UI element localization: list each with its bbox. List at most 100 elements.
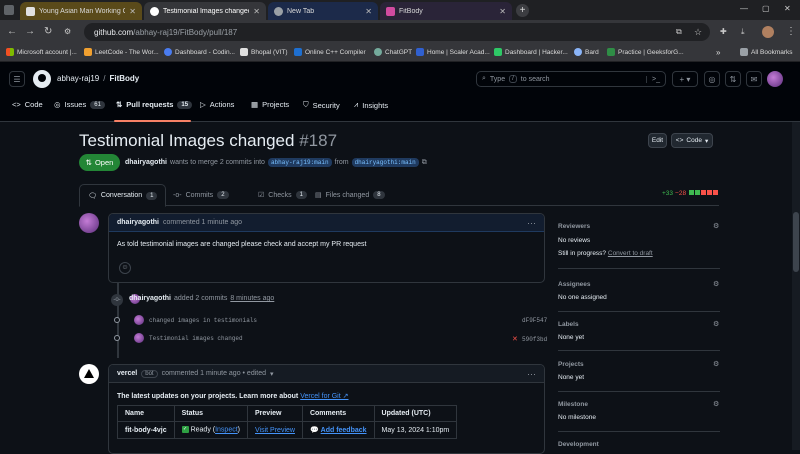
github-logo-icon[interactable] xyxy=(33,70,51,88)
browser-menu-icon[interactable]: ⋮ xyxy=(786,27,796,37)
page-scrollbar[interactable] xyxy=(792,122,800,450)
base-branch[interactable]: abhay-raj19:main xyxy=(267,158,332,167)
visit-preview-link[interactable]: Visit Preview xyxy=(255,427,295,434)
pull-requests-icon[interactable]: ⇅ xyxy=(725,71,741,87)
bookmark-item[interactable]: LeetCode - The Wor... xyxy=(84,48,159,56)
commit-author-link[interactable]: dhairyagothi xyxy=(129,295,171,302)
tab-checks[interactable]: ☑ Checks 1 xyxy=(250,184,315,206)
copy-icon[interactable]: ⧉ xyxy=(422,159,427,167)
maximize-icon[interactable]: ▢ xyxy=(762,4,770,13)
site-info-icon[interactable]: ⚙ xyxy=(64,27,71,37)
hamburger-menu-icon[interactable]: ☰ xyxy=(9,71,25,87)
repo-name-link[interactable]: FitBody xyxy=(109,74,139,83)
close-tab-icon[interactable]: ✕ xyxy=(365,7,372,16)
repo-tab-projects[interactable]: ▦ Projects xyxy=(251,100,289,109)
bookmark-item[interactable]: Dashboard - Codin... xyxy=(164,48,235,56)
search-input[interactable]: ⌕ Type / to search >_ xyxy=(476,71,666,87)
chevron-down-icon[interactable]: ▾ xyxy=(270,370,274,378)
commit-message-link[interactable]: Testimonial images changed xyxy=(149,335,243,342)
bookmark-star-icon[interactable]: ☆ xyxy=(694,27,702,37)
bookmark-item[interactable]: Dashboard | Hacker... xyxy=(494,48,568,56)
repo-owner-link[interactable]: abhay-raj19 xyxy=(57,74,99,83)
reviewers-heading[interactable]: Reviewers xyxy=(558,223,590,230)
development-heading[interactable]: Development xyxy=(558,441,599,448)
reload-icon[interactable]: ↻ xyxy=(44,27,52,37)
bookmark-item[interactable]: Practice | GeeksforG... xyxy=(607,48,684,56)
browser-tab-active[interactable]: Testimonial Images changed by ✕ xyxy=(144,2,266,20)
bookmark-item[interactable]: Bard xyxy=(574,48,599,56)
comment-author-link[interactable]: vercel xyxy=(117,370,137,377)
projects-gear-icon[interactable]: ⚙ xyxy=(713,360,719,368)
command-palette-icon[interactable]: >_ xyxy=(646,75,660,83)
bookmark-item[interactable]: Microsoft account |... xyxy=(6,48,77,56)
forward-arrow-icon[interactable]: → xyxy=(25,27,35,37)
notifications-icon[interactable]: ✉ xyxy=(746,71,762,87)
milestone-heading[interactable]: Milestone xyxy=(558,401,588,408)
commit-sha-link[interactable]: 590f3bd xyxy=(522,336,547,343)
pr-description-comment: dhairyagothi commented 1 minute ago ··· … xyxy=(108,213,545,283)
vercel-for-git-link[interactable]: Vercel for Git ↗ xyxy=(300,393,348,400)
labels-heading[interactable]: Labels xyxy=(558,321,579,328)
tab-commits[interactable]: -o- Commits 2 xyxy=(165,184,237,206)
address-bar[interactable]: github.com/abhay-raj19/FitBody/pull/187 xyxy=(84,23,710,41)
vercel-avatar[interactable] xyxy=(79,364,99,384)
author-avatar[interactable] xyxy=(79,213,99,233)
assignees-gear-icon[interactable]: ⚙ xyxy=(713,280,719,288)
commit-time-link[interactable]: 8 minutes ago xyxy=(230,295,274,302)
close-tab-icon[interactable]: ✕ xyxy=(129,7,136,16)
repo-tab-security[interactable]: ⛉ Security xyxy=(303,100,340,110)
milestone-gear-icon[interactable]: ⚙ xyxy=(713,400,719,408)
reviewers-gear-icon[interactable]: ⚙ xyxy=(713,222,719,230)
check-failed-icon[interactable]: ✕ xyxy=(512,335,518,343)
bookmark-item[interactable]: Online C++ Compiler xyxy=(294,48,366,56)
repo-tab-pull-requests[interactable]: ⇅ Pull requests 15 xyxy=(116,100,193,109)
repo-tab-actions[interactable]: ▷ Actions xyxy=(200,100,234,109)
downloads-icon[interactable]: ⤓ xyxy=(741,27,745,37)
browser-tab[interactable]: New Tab ✕ xyxy=(268,2,378,20)
commit-sha-link[interactable]: dF9F547 xyxy=(522,317,547,324)
repo-tab-issues[interactable]: ◎ Issues 61 xyxy=(54,100,105,109)
kebab-menu-icon[interactable]: ··· xyxy=(527,218,536,228)
profile-avatar-icon[interactable] xyxy=(762,26,774,38)
tab-search-icon[interactable] xyxy=(4,5,14,15)
repo-tab-code[interactable]: <> Code xyxy=(12,100,43,109)
new-tab-button[interactable]: + xyxy=(516,4,529,17)
edit-title-button[interactable]: Edit xyxy=(648,133,667,148)
comment-author-link[interactable]: dhairyagothi xyxy=(117,219,159,226)
tab-conversation[interactable]: 🗨 Conversation 1 xyxy=(79,184,167,207)
pr-number: #187 xyxy=(299,131,338,150)
close-tab-icon[interactable]: ✕ xyxy=(499,7,506,16)
head-branch[interactable]: dhairyagothi:main xyxy=(351,158,419,167)
close-tab-icon[interactable]: ✕ xyxy=(253,7,260,16)
bookmark-item[interactable]: Home | Scaler Acad... xyxy=(416,48,490,56)
tab-files-changed[interactable]: ▤ Files changed 8 xyxy=(307,184,393,206)
open-in-app-icon[interactable]: ⧉ xyxy=(676,27,682,37)
bookmark-item[interactable]: ChatGPT xyxy=(374,48,412,56)
projects-heading[interactable]: Projects xyxy=(558,361,584,368)
convert-to-draft-link[interactable]: Convert to draft xyxy=(608,250,653,257)
bookmarks-overflow[interactable]: » xyxy=(716,48,720,57)
extensions-icon[interactable]: ✚ xyxy=(720,27,727,37)
all-bookmarks[interactable]: All Bookmarks xyxy=(740,48,793,56)
browser-tab[interactable]: FitBody ✕ xyxy=(380,2,512,20)
inspect-link[interactable]: Inspect xyxy=(215,427,238,434)
issue-opened-icon: ◎ xyxy=(54,100,61,109)
minimize-icon[interactable]: — xyxy=(740,4,748,13)
add-feedback-link[interactable]: Add feedback xyxy=(321,427,367,434)
add-reaction-icon[interactable]: ☺ xyxy=(119,262,131,274)
issues-icon[interactable]: ◎ xyxy=(704,71,720,87)
assignees-heading[interactable]: Assignees xyxy=(558,281,591,288)
bookmark-item[interactable]: Bhopal (VIT) xyxy=(240,48,288,56)
browser-tab[interactable]: Young Asian Man Working Ou ✕ xyxy=(20,2,142,20)
code-dropdown-button[interactable]: <> Code ▾ xyxy=(671,133,713,148)
scrollbar-thumb[interactable] xyxy=(793,212,799,272)
labels-gear-icon[interactable]: ⚙ xyxy=(713,320,719,328)
user-avatar[interactable] xyxy=(767,71,783,87)
create-new-button[interactable]: + ▾ xyxy=(672,71,698,87)
pr-author-link[interactable]: dhairyagothi xyxy=(125,159,167,166)
close-window-icon[interactable]: ✕ xyxy=(784,4,791,13)
commit-message-link[interactable]: changed images in testimonials xyxy=(149,317,257,324)
kebab-menu-icon[interactable]: ··· xyxy=(527,369,536,379)
back-arrow-icon[interactable]: ← xyxy=(7,27,17,37)
repo-tab-insights[interactable]: ⩘ Insights xyxy=(354,100,388,110)
